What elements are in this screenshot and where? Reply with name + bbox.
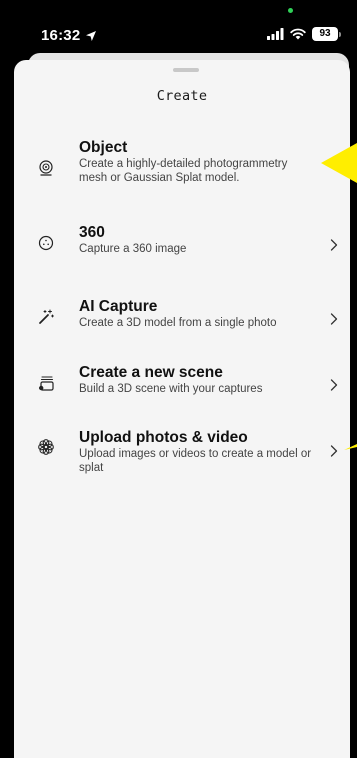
chevron-right-icon (330, 379, 338, 391)
menu-item-title: 360 (79, 224, 105, 241)
battery-cap (339, 31, 341, 37)
menu-item-object-text: Object Create a highly-detailed photogra… (79, 138, 314, 185)
battery-icon: 93 (312, 27, 341, 41)
location-arrow-icon (86, 30, 97, 41)
menu-item-title: Create a new scene (79, 364, 223, 381)
menu-item-ai-capture[interactable]: AI Capture Create a 3D model from a sing… (14, 297, 350, 337)
magic-wand-icon (39, 309, 54, 324)
annotation-arrow (321, 143, 357, 183)
menu-item-title: AI Capture (79, 298, 158, 315)
object-capture-icon (39, 160, 53, 176)
menu-item-new-scene[interactable]: Create a new scene Build a 3D scene with… (14, 363, 350, 403)
wifi-icon (290, 28, 306, 40)
annotation-mark (344, 444, 357, 450)
status-icons: 93 (267, 27, 341, 41)
scene-icon (39, 376, 54, 391)
phone-screen: 16:32 93 Create Object Create a highly-d… (0, 0, 357, 758)
menu-item-description: Create a highly-detailed photogrammetry … (79, 158, 288, 184)
sheet-title: Create (156, 88, 208, 104)
sheet-grabber[interactable] (173, 68, 199, 72)
menu-item-upload[interactable]: Upload photos & video Upload images or v… (14, 428, 350, 483)
menu-item-object[interactable]: Object Create a highly-detailed photogra… (14, 138, 350, 208)
menu-item-description: Upload images or videos to create a mode… (79, 448, 312, 474)
360-icon (38, 235, 54, 251)
status-time: 16:32 (41, 27, 97, 44)
privacy-indicator-dot (288, 8, 293, 13)
chevron-right-icon (330, 313, 338, 325)
menu-item-360[interactable]: 360 Capture a 360 image (14, 223, 350, 263)
chevron-right-icon (330, 239, 338, 251)
menu-item-description: Build a 3D scene with your captures (79, 383, 263, 395)
menu-item-ai-capture-text: AI Capture Create a 3D model from a sing… (79, 297, 314, 331)
battery-level: 93 (312, 27, 338, 41)
create-sheet: Create Object Create a highly-detailed p… (14, 60, 350, 758)
signal-icon (267, 28, 284, 40)
status-bar: 16:32 93 (0, 0, 357, 55)
menu-item-title: Upload photos & video (79, 429, 248, 446)
menu-item-description: Capture a 360 image (79, 243, 187, 255)
menu-item-360-text: 360 Capture a 360 image (79, 223, 314, 257)
status-time-text: 16:32 (41, 27, 81, 44)
upload-flower-icon (38, 439, 54, 455)
menu-item-new-scene-text: Create a new scene Build a 3D scene with… (79, 363, 314, 397)
menu-item-upload-text: Upload photos & video Upload images or v… (79, 428, 314, 475)
menu-item-description: Create a 3D model from a single photo (79, 317, 277, 329)
menu-item-title: Object (79, 139, 128, 156)
chevron-right-icon (330, 445, 338, 457)
